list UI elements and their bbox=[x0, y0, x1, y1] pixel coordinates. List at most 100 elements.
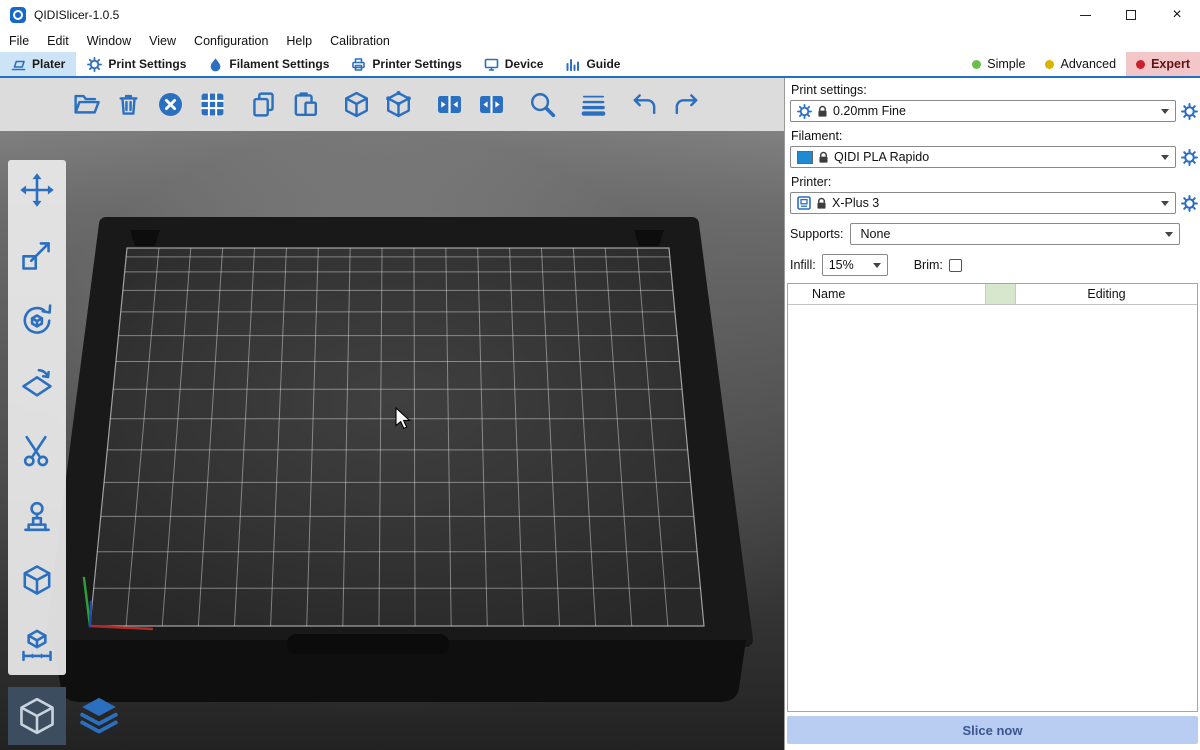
filament-icon bbox=[208, 57, 223, 72]
printer-icon bbox=[351, 57, 366, 72]
viewport-toolbar bbox=[0, 78, 784, 131]
printer-combo[interactable]: X-Plus 3 bbox=[790, 192, 1176, 214]
place-on-face-tool-button[interactable] bbox=[15, 363, 59, 407]
open-project-button[interactable] bbox=[70, 88, 103, 121]
tab-guide[interactable]: Guide bbox=[554, 52, 631, 76]
print-bed bbox=[52, 224, 746, 702]
printer-value: X-Plus 3 bbox=[832, 196, 879, 210]
supports-combo[interactable]: None bbox=[850, 223, 1180, 245]
brim-checkbox[interactable] bbox=[949, 259, 962, 272]
mode-label: Expert bbox=[1151, 57, 1190, 71]
tab-printer-settings[interactable]: Printer Settings bbox=[340, 52, 472, 76]
measure-tool-button[interactable] bbox=[15, 623, 59, 667]
redo-arrow-icon bbox=[672, 90, 701, 119]
printer-gear-button[interactable] bbox=[1181, 195, 1198, 212]
close-button[interactable]: × bbox=[1154, 0, 1200, 30]
guide-icon bbox=[565, 57, 580, 72]
split-to-parts-button[interactable] bbox=[382, 88, 415, 121]
advanced-dot-icon bbox=[1045, 60, 1054, 69]
object-list-body bbox=[788, 306, 1197, 711]
tab-filament-settings[interactable]: Filament Settings bbox=[197, 52, 340, 76]
move-tool-button[interactable] bbox=[15, 168, 59, 212]
rotate-tool-button[interactable] bbox=[15, 298, 59, 342]
arrange-button[interactable] bbox=[196, 88, 229, 121]
scale-icon bbox=[19, 237, 55, 273]
view-toggles bbox=[8, 687, 128, 745]
editor-view-button[interactable] bbox=[8, 687, 66, 745]
mode-label: Simple bbox=[987, 57, 1025, 71]
plater-icon bbox=[11, 57, 26, 72]
split-horizontal-icon bbox=[435, 90, 464, 119]
undo-button[interactable] bbox=[628, 88, 661, 121]
3d-viewport[interactable] bbox=[0, 78, 785, 750]
search-icon bbox=[528, 90, 557, 119]
delete-button[interactable] bbox=[112, 88, 145, 121]
measure-icon bbox=[19, 627, 55, 663]
qidislicer-window: QIDISlicer-1.0.5 × File Edit Window View… bbox=[0, 0, 1200, 750]
close-icon: × bbox=[1172, 7, 1181, 23]
tab-plater[interactable]: Plater bbox=[0, 52, 76, 76]
mode-simple[interactable]: Simple bbox=[962, 52, 1035, 76]
infill-value: 15% bbox=[829, 258, 854, 272]
stamp-icon bbox=[19, 497, 55, 533]
chevron-down-icon bbox=[873, 263, 881, 268]
menu-view[interactable]: View bbox=[140, 30, 185, 52]
tab-device[interactable]: Device bbox=[473, 52, 555, 76]
device-icon bbox=[484, 57, 499, 72]
search-button[interactable] bbox=[526, 88, 559, 121]
chevron-down-icon bbox=[1161, 155, 1169, 160]
menu-help[interactable]: Help bbox=[277, 30, 321, 52]
supports-value: None bbox=[861, 227, 891, 241]
minimize-button[interactable] bbox=[1062, 0, 1108, 30]
undo-arrow-icon bbox=[630, 90, 659, 119]
maximize-button[interactable] bbox=[1108, 0, 1154, 30]
preview-layers-icon bbox=[77, 694, 121, 738]
supports-label: Supports: bbox=[790, 227, 844, 241]
filament-combo[interactable]: QIDI PLA Rapido bbox=[790, 146, 1176, 168]
split-to-objects-button[interactable] bbox=[340, 88, 373, 121]
tab-label: Guide bbox=[586, 57, 620, 71]
print-settings-label: Print settings: bbox=[791, 83, 1198, 97]
preview-view-button[interactable] bbox=[70, 687, 128, 745]
paste-button[interactable] bbox=[289, 88, 322, 121]
gear-icon bbox=[797, 104, 812, 119]
filament-gear-button[interactable] bbox=[1181, 149, 1198, 166]
redo-button[interactable] bbox=[670, 88, 703, 121]
tool-sidebar bbox=[8, 160, 66, 675]
infill-combo[interactable]: 15% bbox=[822, 254, 888, 276]
cut-tool-button[interactable] bbox=[15, 428, 59, 472]
expert-dot-icon bbox=[1136, 60, 1145, 69]
scale-tool-button[interactable] bbox=[15, 233, 59, 277]
tab-bar: Plater Print Settings Filament Settings … bbox=[0, 52, 1200, 78]
instances-add-button[interactable] bbox=[433, 88, 466, 121]
filament-color-swatch bbox=[797, 151, 813, 164]
menu-file[interactable]: File bbox=[0, 30, 38, 52]
variable-layer-height-button[interactable] bbox=[577, 88, 610, 121]
mode-expert[interactable]: Expert bbox=[1126, 52, 1200, 76]
menu-calibration[interactable]: Calibration bbox=[321, 30, 399, 52]
paint-supports-tool-button[interactable] bbox=[15, 493, 59, 537]
menu-window[interactable]: Window bbox=[78, 30, 140, 52]
simple-dot-icon bbox=[972, 60, 981, 69]
arrange-grid-icon bbox=[198, 90, 227, 119]
instances-remove-button[interactable] bbox=[475, 88, 508, 121]
slice-now-button[interactable]: Slice now bbox=[787, 716, 1198, 744]
split-horizontal-out-icon bbox=[477, 90, 506, 119]
title-bar[interactable]: QIDISlicer-1.0.5 × bbox=[0, 0, 1200, 30]
trash-icon bbox=[114, 90, 143, 119]
seam-tool-button[interactable] bbox=[15, 558, 59, 602]
copy-icon bbox=[249, 90, 278, 119]
print-settings-gear-button[interactable] bbox=[1181, 103, 1198, 120]
print-settings-combo[interactable]: 0.20mm Fine bbox=[790, 100, 1176, 122]
delete-all-button[interactable] bbox=[154, 88, 187, 121]
menu-edit[interactable]: Edit bbox=[38, 30, 78, 52]
menu-configuration[interactable]: Configuration bbox=[185, 30, 277, 52]
mode-advanced[interactable]: Advanced bbox=[1035, 52, 1126, 76]
copy-button[interactable] bbox=[247, 88, 280, 121]
rotate-icon bbox=[19, 302, 55, 338]
main-area: Print settings: 0.20mm Fine Filament: QI… bbox=[0, 78, 1200, 750]
column-name-header: Name bbox=[788, 284, 986, 304]
tab-print-settings[interactable]: Print Settings bbox=[76, 52, 197, 76]
circle-x-icon bbox=[156, 90, 185, 119]
cube-icon bbox=[342, 90, 371, 119]
